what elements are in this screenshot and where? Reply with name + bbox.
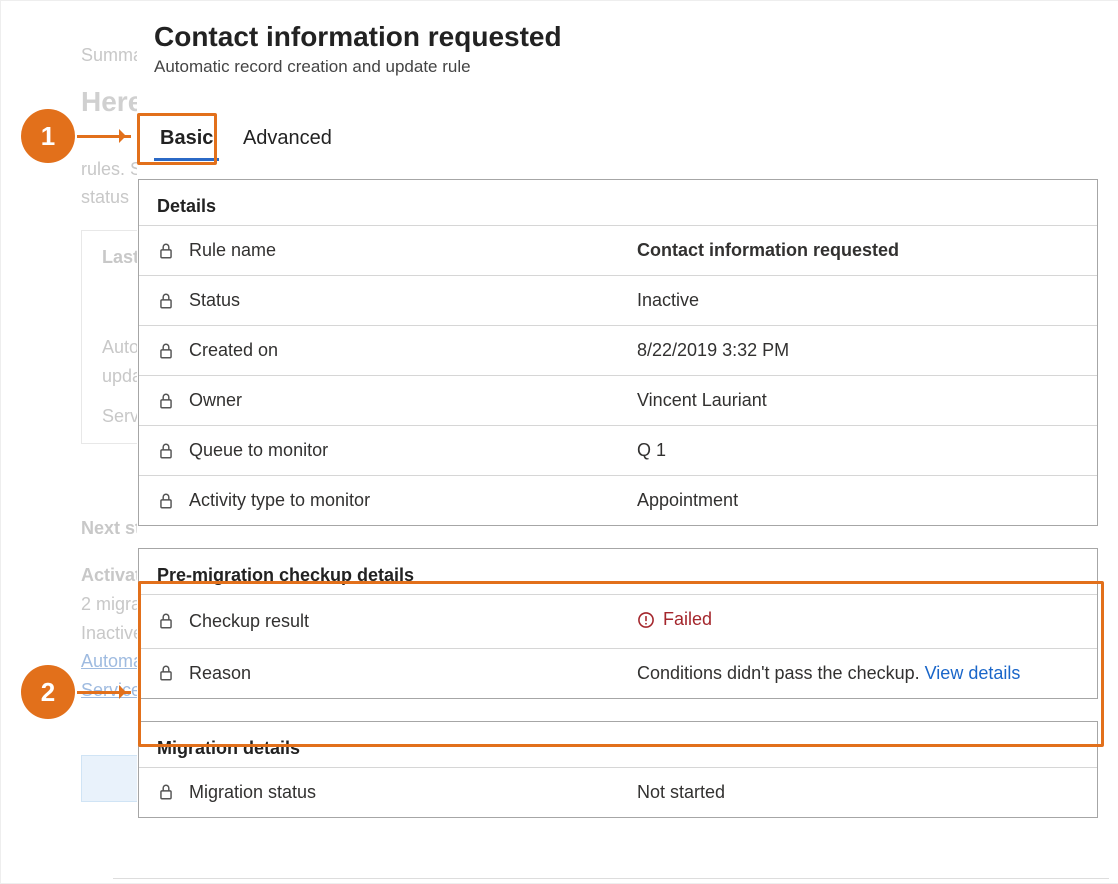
precheck-section-title: Pre-migration checkup details [139, 555, 1097, 594]
row-checkup-result: Checkup result Failed [139, 594, 1097, 648]
row-queue: Queue to monitor Q 1 [139, 425, 1097, 475]
lock-icon [157, 292, 175, 310]
migration-card: Migration details Migration status Not s… [138, 721, 1098, 818]
label-owner: Owner [189, 390, 242, 411]
value-created-on: 8/22/2019 3:32 PM [637, 340, 1079, 361]
annotation-dot-1: 1 [21, 109, 75, 163]
label-rule-name: Rule name [189, 240, 276, 261]
label-migration-status: Migration status [189, 782, 316, 803]
row-created-on: Created on 8/22/2019 3:32 PM [139, 325, 1097, 375]
lock-icon [157, 783, 175, 801]
row-status: Status Inactive [139, 275, 1097, 325]
value-checkup-result: Failed [637, 609, 712, 630]
row-reason: Reason Conditions didn't pass the checku… [139, 648, 1097, 698]
value-owner: Vincent Lauriant [637, 390, 1079, 411]
tab-basic[interactable]: Basic [154, 121, 219, 161]
row-owner: Owner Vincent Lauriant [139, 375, 1097, 425]
value-rule-name: Contact information requested [637, 240, 1079, 261]
lock-icon [157, 492, 175, 510]
error-icon [637, 611, 655, 629]
lock-icon [157, 612, 175, 630]
bottom-divider [113, 878, 1109, 879]
value-migration-status: Not started [637, 782, 1079, 803]
row-rule-name: Rule name Contact information requested [139, 225, 1097, 275]
details-card: Details Rule name Contact information re… [138, 179, 1098, 526]
lock-icon [157, 442, 175, 460]
precheck-card: Pre-migration checkup details Checkup re… [138, 548, 1098, 699]
label-reason: Reason [189, 663, 251, 684]
lock-icon [157, 342, 175, 360]
lock-icon [157, 664, 175, 682]
lock-icon [157, 392, 175, 410]
value-activity-type: Appointment [637, 490, 1079, 511]
annotation-dot-2: 2 [21, 665, 75, 719]
value-queue: Q 1 [637, 440, 1079, 461]
row-migration-status: Migration status Not started [139, 767, 1097, 817]
row-activity-type: Activity type to monitor Appointment [139, 475, 1097, 525]
page-subtitle: Automatic record creation and update rul… [154, 57, 1082, 77]
value-reason: Conditions didn't pass the checkup. View… [637, 663, 1079, 684]
tab-advanced[interactable]: Advanced [237, 121, 338, 158]
tab-bar: Basic Advanced [138, 121, 1098, 161]
details-section-title: Details [139, 186, 1097, 225]
label-checkup-result: Checkup result [189, 611, 309, 632]
label-status: Status [189, 290, 240, 311]
label-queue: Queue to monitor [189, 440, 328, 461]
label-created-on: Created on [189, 340, 278, 361]
lock-icon [157, 242, 175, 260]
label-activity-type: Activity type to monitor [189, 490, 370, 511]
migration-section-title: Migration details [139, 728, 1097, 767]
page-title: Contact information requested [154, 21, 1082, 53]
value-status: Inactive [637, 290, 1079, 311]
view-details-link[interactable]: View details [925, 663, 1021, 683]
record-panel: Contact information requested Automatic … [138, 11, 1098, 818]
annotation-arrow-2 [77, 691, 131, 694]
annotation-arrow-1 [77, 135, 131, 138]
